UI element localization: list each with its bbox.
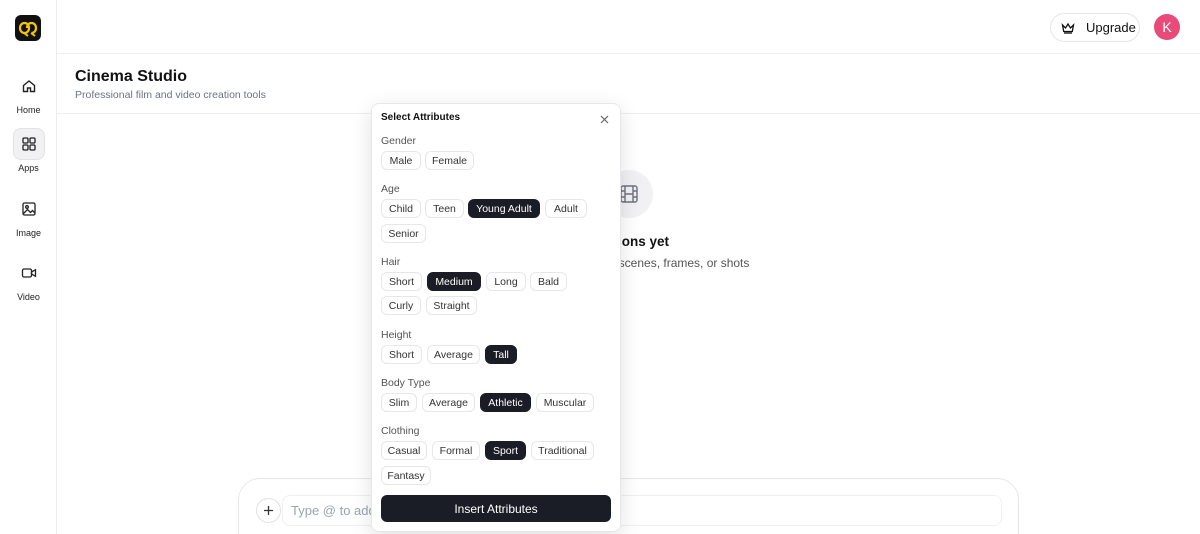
sidebar-item-label: Image bbox=[15, 228, 41, 238]
clothing-option-selected[interactable]: Sport bbox=[485, 441, 526, 460]
insert-attributes-button[interactable]: Insert Attributes bbox=[381, 495, 611, 522]
close-button[interactable] bbox=[598, 113, 611, 126]
crown-icon bbox=[1061, 22, 1075, 34]
sidebar-item-image[interactable]: Image bbox=[0, 193, 57, 238]
hair-option[interactable]: Bald bbox=[530, 272, 567, 291]
age-option[interactable]: Senior bbox=[381, 224, 426, 243]
home-icon bbox=[13, 70, 45, 102]
height-option-selected[interactable]: Tall bbox=[485, 345, 517, 364]
sidebar: Home Apps Image Video bbox=[0, 0, 57, 534]
height-option[interactable]: Average bbox=[427, 345, 480, 364]
height-label: Height bbox=[381, 329, 412, 341]
age-label: Age bbox=[381, 183, 400, 195]
page-title: Cinema Studio bbox=[75, 68, 188, 85]
add-button[interactable] bbox=[256, 498, 281, 523]
upgrade-button[interactable]: Upgrade bbox=[1050, 13, 1140, 42]
body-type-label: Body Type bbox=[381, 377, 431, 389]
age-option[interactable]: Child bbox=[381, 199, 421, 218]
app-logo[interactable] bbox=[15, 15, 41, 41]
empty-state-description: s, scenes, frames, or shots bbox=[606, 256, 750, 270]
sidebar-item-label: Home bbox=[16, 105, 41, 115]
sidebar-item-apps[interactable]: Apps bbox=[0, 128, 57, 173]
popover-title: Select Attributes bbox=[381, 112, 461, 123]
gender-option[interactable]: Female bbox=[425, 151, 474, 170]
body-type-option[interactable]: Slim bbox=[381, 393, 417, 412]
clothing-label: Clothing bbox=[381, 425, 420, 437]
hair-option[interactable]: Curly bbox=[381, 296, 421, 315]
gender-option[interactable]: Male bbox=[381, 151, 421, 170]
age-option[interactable]: Adult bbox=[545, 199, 587, 218]
body-type-option[interactable]: Muscular bbox=[536, 393, 594, 412]
top-bar bbox=[57, 0, 1200, 54]
clothing-option[interactable]: Fantasy bbox=[381, 466, 431, 485]
divider bbox=[57, 113, 1200, 114]
image-icon bbox=[13, 193, 45, 225]
close-icon bbox=[600, 115, 609, 124]
age-option[interactable]: Teen bbox=[425, 199, 464, 218]
body-type-option-selected[interactable]: Athletic bbox=[480, 393, 531, 412]
hair-option[interactable]: Short bbox=[381, 272, 422, 291]
grid-icon bbox=[12, 128, 45, 160]
avatar[interactable]: K bbox=[1154, 14, 1180, 40]
plus-icon bbox=[263, 505, 274, 516]
clothing-option[interactable]: Formal bbox=[432, 441, 480, 460]
clothing-option[interactable]: Casual bbox=[381, 441, 427, 460]
hair-label: Hair bbox=[381, 256, 401, 268]
hair-option[interactable]: Straight bbox=[426, 296, 477, 315]
clothing-option[interactable]: Traditional bbox=[531, 441, 594, 460]
sidebar-item-label: Apps bbox=[18, 163, 39, 173]
height-option[interactable]: Short bbox=[381, 345, 422, 364]
sidebar-item-video[interactable]: Video bbox=[0, 257, 57, 302]
video-icon bbox=[13, 257, 45, 289]
sidebar-item-home[interactable]: Home bbox=[0, 70, 57, 115]
hair-option[interactable]: Long bbox=[486, 272, 526, 291]
age-option-selected[interactable]: Young Adult bbox=[468, 199, 540, 218]
sidebar-item-label: Video bbox=[17, 292, 40, 302]
upgrade-label: Upgrade bbox=[1086, 20, 1136, 35]
gender-label: Gender bbox=[381, 135, 417, 147]
page-subtitle: Professional film and video creation too… bbox=[75, 89, 266, 101]
app-root: Home Apps Image Video Upgrade K Cinema S… bbox=[0, 0, 1200, 534]
body-type-option[interactable]: Average bbox=[422, 393, 475, 412]
hair-option-selected[interactable]: Medium bbox=[427, 272, 481, 291]
